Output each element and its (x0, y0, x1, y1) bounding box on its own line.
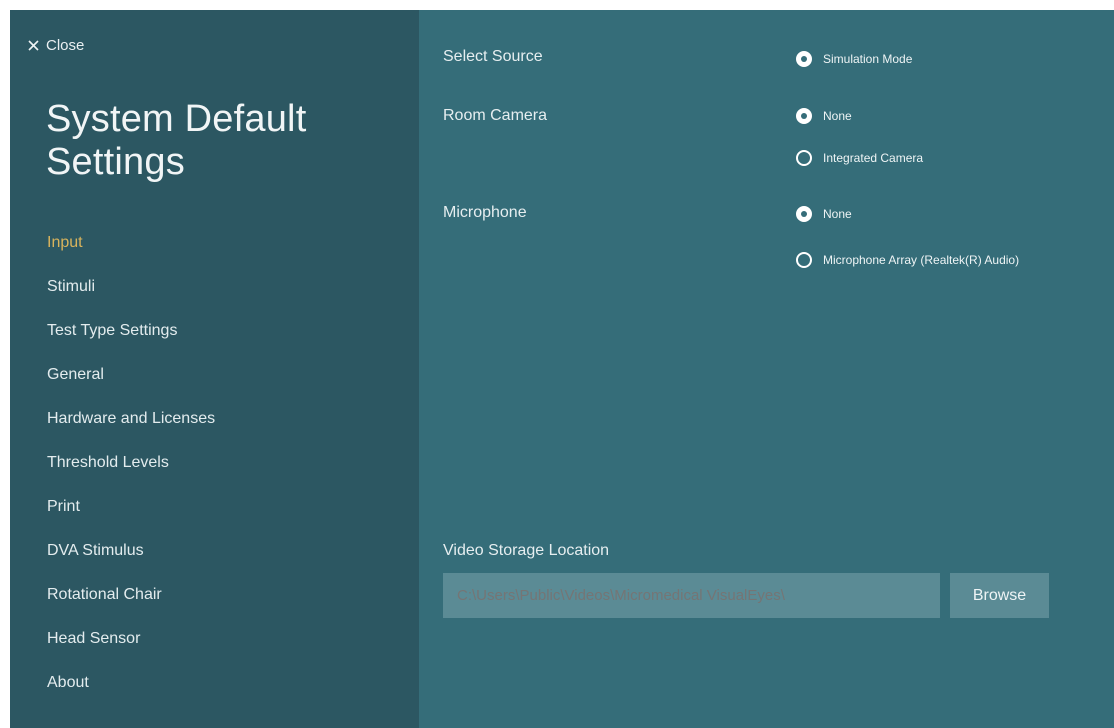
sidebar-item-general[interactable]: General (47, 362, 215, 406)
close-icon (28, 39, 39, 51)
sidebar-item-print[interactable]: Print (47, 494, 215, 538)
radio-selected-icon (796, 51, 812, 67)
page-title: System Default Settings (46, 98, 406, 184)
radio-label: None (823, 207, 852, 221)
select-source-label: Select Source (443, 48, 543, 65)
settings-window: Close System Default Settings Input Stim… (10, 10, 1114, 728)
room-camera-option-integrated-camera[interactable]: Integrated Camera (796, 150, 923, 166)
sidebar-item-dva-stimulus[interactable]: DVA Stimulus (47, 538, 215, 582)
sidebar-item-rotational-chair[interactable]: Rotational Chair (47, 582, 215, 626)
microphone-label: Microphone (443, 204, 527, 221)
radio-unselected-icon (796, 150, 812, 166)
radio-unselected-icon (796, 252, 812, 268)
sidebar-item-test-type-settings[interactable]: Test Type Settings (47, 318, 215, 362)
sidebar-item-head-sensor[interactable]: Head Sensor (47, 626, 215, 670)
room-camera-label: Room Camera (443, 107, 548, 124)
radio-selected-icon (796, 108, 812, 124)
sidebar: Close System Default Settings Input Stim… (10, 10, 419, 728)
source-option-simulation-mode[interactable]: Simulation Mode (796, 51, 912, 67)
page-title-line2: Settings (46, 141, 185, 183)
radio-label: Simulation Mode (823, 52, 913, 66)
sidebar-item-about[interactable]: About (47, 670, 215, 714)
browse-button[interactable]: Browse (950, 573, 1049, 618)
microphone-option-none[interactable]: None (796, 206, 852, 222)
sidebar-item-threshold-levels[interactable]: Threshold Levels (47, 450, 215, 494)
sidebar-item-input[interactable]: Input (47, 230, 215, 274)
sidebar-item-stimuli[interactable]: Stimuli (47, 274, 215, 318)
sidebar-nav: Input Stimuli Test Type Settings General… (47, 230, 215, 714)
radio-label: Microphone Array (Realtek(R) Audio) (823, 253, 1020, 267)
close-label: Close (46, 36, 85, 54)
radio-label: None (823, 109, 852, 123)
room-camera-option-none[interactable]: None (796, 108, 852, 124)
page-title-line1: System Default (46, 98, 307, 140)
close-button[interactable]: Close (28, 35, 84, 55)
microphone-option-array[interactable]: Microphone Array (Realtek(R) Audio) (796, 252, 1019, 268)
sidebar-item-hardware-and-licenses[interactable]: Hardware and Licenses (47, 406, 215, 450)
video-storage-path-input[interactable] (443, 573, 940, 618)
radio-selected-icon (796, 206, 812, 222)
radio-label: Integrated Camera (823, 151, 924, 165)
video-storage-label: Video Storage Location (443, 542, 610, 559)
